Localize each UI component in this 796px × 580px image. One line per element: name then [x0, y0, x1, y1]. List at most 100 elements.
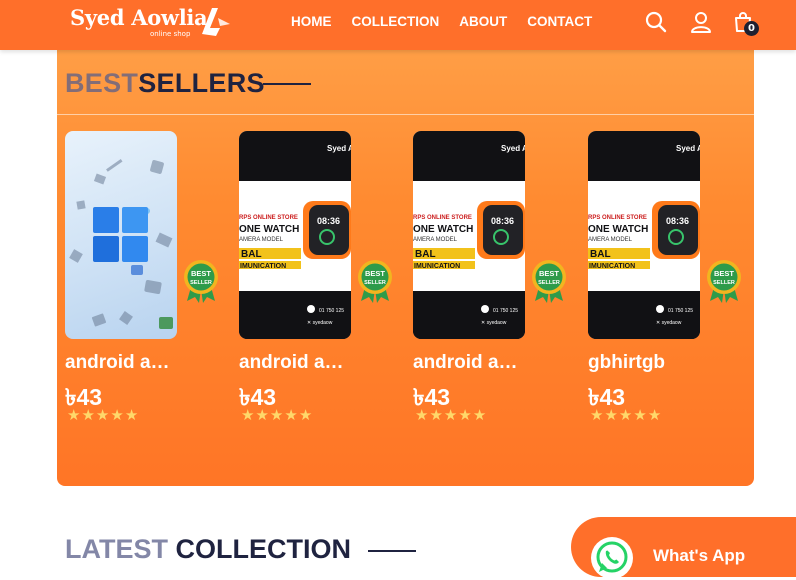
star-icon: ★ — [298, 406, 313, 424]
product-card[interactable]: Syed A RPS ONLINE STORE ONE WATCH AMERA … — [588, 131, 748, 431]
star-icon: ★ — [472, 406, 487, 424]
title-dark-part: COLLECTION — [175, 534, 352, 564]
svg-text:✕ syedaow: ✕ syedaow — [481, 320, 507, 326]
star-icon: ★ — [284, 406, 298, 424]
whatsapp-button[interactable]: What's App — [571, 517, 796, 579]
svg-text:SELLER: SELLER — [364, 280, 386, 286]
svg-text:RPS ONLINE STORE: RPS ONLINE STORE — [413, 215, 472, 221]
svg-text:AMERA MODEL: AMERA MODEL — [588, 237, 633, 243]
bestsellers-section: BESTSELLERS BEST SELLER android and ৳43 … — [57, 18, 754, 486]
whatsapp-icon — [591, 537, 633, 579]
svg-text:✕ syedaow: ✕ syedaow — [307, 320, 333, 326]
star-icon: ★ — [110, 406, 124, 424]
section-divider — [57, 114, 754, 115]
svg-text:IMUNICATION: IMUNICATION — [589, 263, 635, 270]
windows-wallpaper-image — [69, 159, 173, 329]
product-image[interactable]: Syed A RPS ONLINE STORE ONE WATCH AMERA … — [413, 131, 525, 339]
svg-text:ONE WATCH: ONE WATCH — [413, 224, 473, 235]
star-icon: ★ — [67, 406, 81, 424]
title-dark-part: SELLERS — [138, 68, 265, 98]
star-icon: ★ — [429, 406, 443, 424]
product-image[interactable]: Syed A RPS ONLINE STORE ONE WATCH AMERA … — [588, 131, 700, 339]
svg-text:Syed A: Syed A — [327, 144, 351, 153]
title-light-part: BEST — [65, 68, 139, 98]
logo[interactable]: Syed Aowlia online shop — [68, 2, 238, 42]
svg-text:BAL: BAL — [415, 249, 436, 260]
svg-text:01 750 125: 01 750 125 — [493, 308, 518, 314]
svg-text:08:36: 08:36 — [491, 216, 514, 226]
main-nav: HOME COLLECTION ABOUT CONTACT — [291, 14, 612, 29]
svg-text:BEST: BEST — [365, 269, 385, 278]
product-name[interactable]: android and ios — [239, 352, 355, 374]
svg-text:AMERA MODEL: AMERA MODEL — [239, 237, 284, 243]
whatsapp-label: What's App — [653, 546, 746, 565]
star-icon: ★ — [95, 406, 110, 424]
smartwatch-banner-image: Syed A RPS ONLINE STORE ONE WATCH AMERA … — [413, 131, 525, 339]
smartwatch-banner-image: Syed A RPS ONLINE STORE ONE WATCH AMERA … — [588, 131, 700, 339]
product-rating: ★ ★ ★ ★ ★ — [590, 408, 661, 423]
title-light-part: LATEST — [65, 534, 168, 564]
svg-text:AMERA MODEL: AMERA MODEL — [413, 237, 458, 243]
star-icon: ★ — [590, 406, 604, 424]
product-name[interactable]: android and ios — [65, 352, 181, 374]
product-rating: ★ ★ ★ ★ ★ — [67, 408, 138, 423]
star-icon: ★ — [647, 406, 662, 424]
product-card[interactable]: Syed A RPS ONLINE STORE ONE WATCH AMERA … — [413, 131, 573, 431]
product-name[interactable]: android and ios — [413, 352, 529, 374]
star-icon: ★ — [618, 406, 633, 424]
svg-text:01 750 125: 01 750 125 — [668, 308, 693, 314]
logo-mark-icon — [202, 8, 230, 36]
svg-text:Syed A: Syed A — [676, 144, 700, 153]
star-icon: ★ — [604, 406, 618, 424]
search-icon[interactable] — [644, 10, 668, 34]
svg-text:IMUNICATION: IMUNICATION — [414, 263, 460, 270]
site-header: Syed Aowlia online shop HOME COLLECTION … — [0, 0, 796, 50]
svg-text:08:36: 08:36 — [666, 216, 689, 226]
product-rating: ★ ★ ★ ★ ★ — [241, 408, 312, 423]
star-icon: ★ — [269, 406, 284, 424]
svg-text:BAL: BAL — [590, 249, 611, 260]
star-icon: ★ — [415, 406, 429, 424]
star-icon: ★ — [633, 406, 647, 424]
title-underline — [263, 83, 311, 85]
best-seller-badge-icon: BEST SELLER — [532, 260, 566, 303]
nav-collection[interactable]: COLLECTION — [352, 14, 440, 29]
svg-text:08:36: 08:36 — [317, 216, 340, 226]
user-icon[interactable] — [689, 10, 713, 34]
product-rating: ★ ★ ★ ★ ★ — [415, 408, 486, 423]
best-seller-badge-icon: BEST SELLER — [707, 260, 741, 303]
star-icon: ★ — [443, 406, 458, 424]
svg-text:ONE WATCH: ONE WATCH — [239, 224, 299, 235]
svg-text:01 750 125: 01 750 125 — [319, 308, 344, 314]
smartwatch-banner-image: Syed A RPS ONLINE STORE ONE WATCH AMERA … — [239, 131, 351, 339]
product-image[interactable] — [65, 131, 177, 339]
cart-count-badge: 0 — [744, 21, 759, 36]
svg-text:SELLER: SELLER — [190, 280, 212, 286]
nav-contact[interactable]: CONTACT — [527, 14, 592, 29]
svg-text:SELLER: SELLER — [713, 280, 735, 286]
svg-text:RPS ONLINE STORE: RPS ONLINE STORE — [239, 215, 298, 221]
logo-text: Syed Aowlia — [70, 5, 208, 30]
star-icon: ★ — [458, 406, 472, 424]
latest-collection-title: LATEST COLLECTION — [65, 534, 351, 565]
product-card[interactable]: BEST SELLER android and ios ৳43 ★★★★★ — [65, 131, 225, 431]
product-image[interactable]: Syed A RPS ONLINE STORE ONE WATCH AMERA … — [239, 131, 351, 339]
logo-subtitle: online shop — [150, 30, 191, 38]
best-seller-badge-icon: BEST SELLER — [184, 260, 218, 303]
bestsellers-title: BESTSELLERS — [65, 68, 265, 99]
svg-text:Syed A: Syed A — [501, 144, 525, 153]
product-name[interactable]: gbhirtgb — [588, 352, 704, 374]
svg-text:IMUNICATION: IMUNICATION — [240, 263, 286, 270]
svg-text:BEST: BEST — [191, 269, 211, 278]
title-underline — [368, 550, 416, 552]
svg-text:✕ syedaow: ✕ syedaow — [656, 320, 682, 326]
svg-text:ONE WATCH: ONE WATCH — [588, 224, 648, 235]
product-card[interactable]: Syed A RPS ONLINE STORE ONE WATCH AMERA … — [239, 131, 399, 431]
svg-text:SELLER: SELLER — [538, 280, 560, 286]
star-icon: ★ — [81, 406, 95, 424]
nav-home[interactable]: HOME — [291, 14, 332, 29]
svg-text:BAL: BAL — [241, 249, 262, 260]
star-icon: ★ — [255, 406, 269, 424]
nav-about[interactable]: ABOUT — [459, 14, 507, 29]
svg-text:BEST: BEST — [539, 269, 559, 278]
